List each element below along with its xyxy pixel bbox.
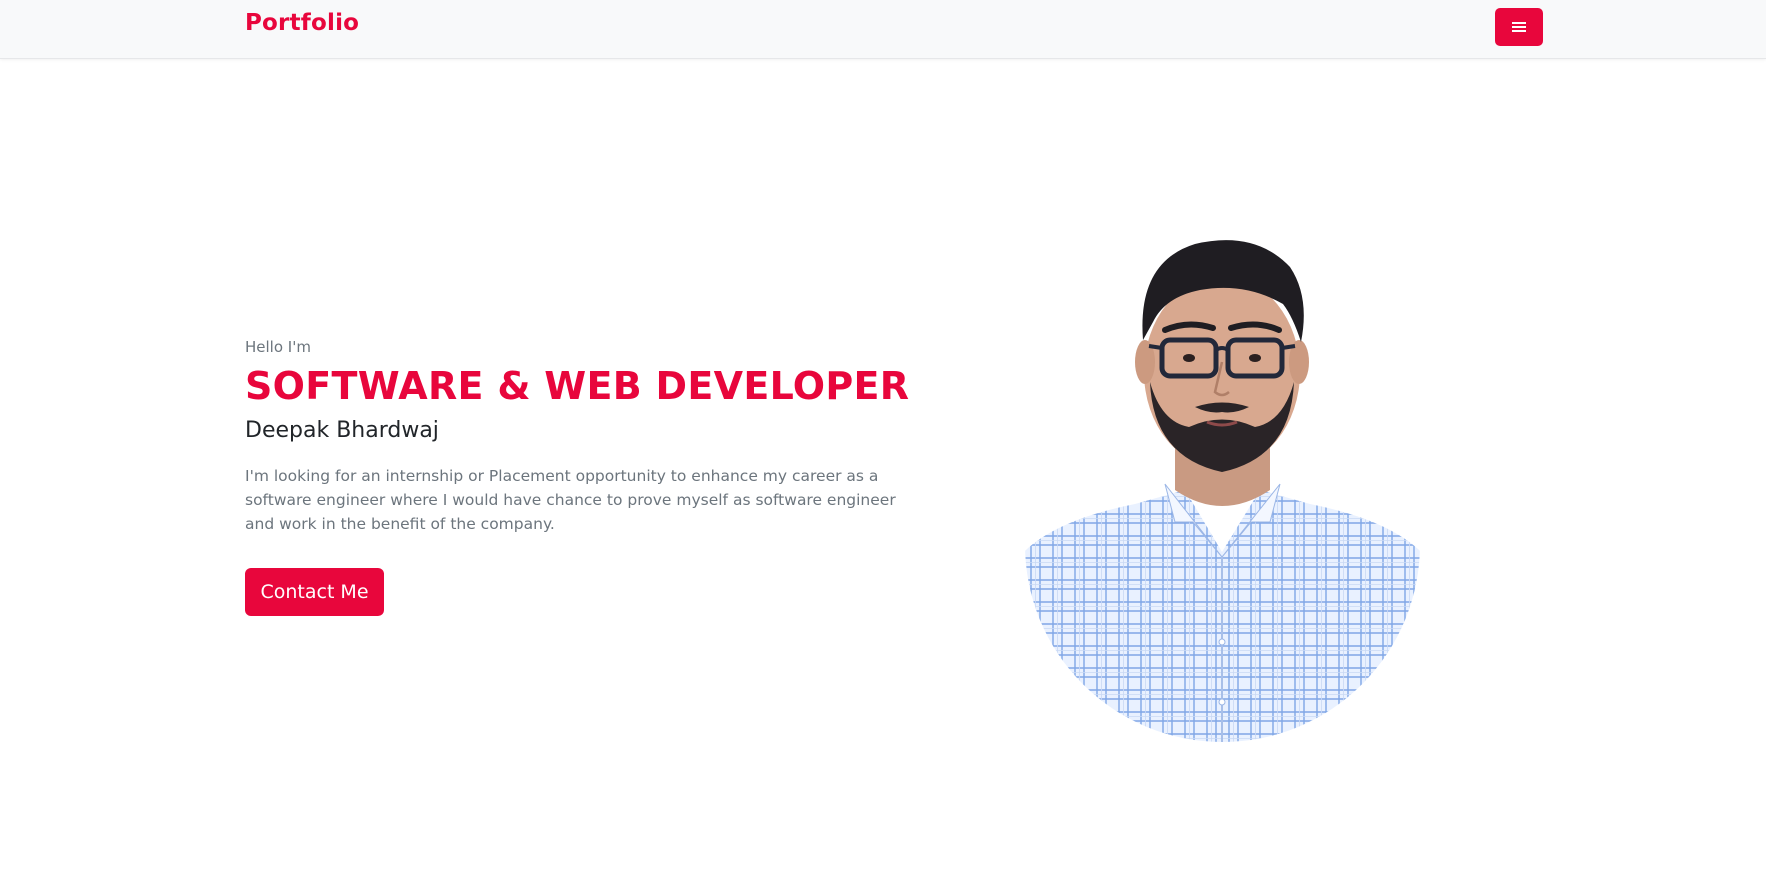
- bio-text: I'm looking for an internship or Placeme…: [245, 467, 896, 533]
- menu-toggle-button[interactable]: [1495, 8, 1543, 46]
- profile-photo-illustration: [1025, 240, 1420, 742]
- person-name: Deepak Bhardwaj: [245, 418, 439, 443]
- contact-me-button[interactable]: Contact Me: [245, 568, 384, 616]
- greeting-text: Hello I'm: [245, 338, 311, 356]
- hamburger-icon: [1512, 22, 1526, 32]
- navbar: Portfolio: [0, 0, 1766, 59]
- brand-link[interactable]: Portfolio: [245, 10, 359, 36]
- profile-photo: [1025, 222, 1420, 742]
- headline: SOFTWARE & WEB DEVELOPER: [245, 364, 910, 408]
